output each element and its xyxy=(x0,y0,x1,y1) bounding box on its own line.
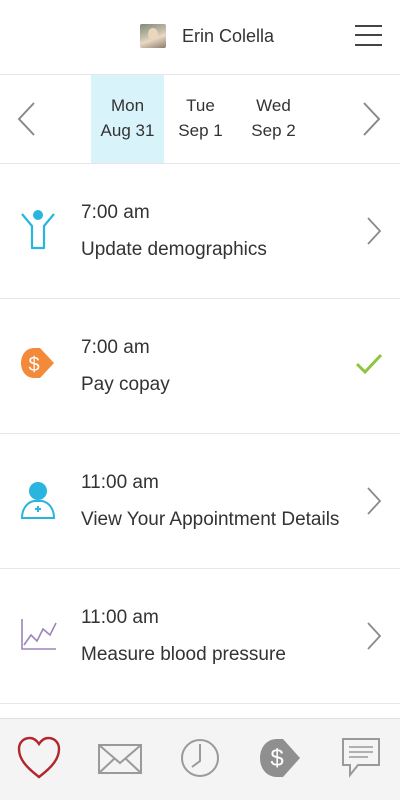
bottom-tab-bar: $ xyxy=(0,718,400,800)
chat-icon[interactable] xyxy=(338,735,384,781)
task-title: Measure blood pressure xyxy=(81,644,286,665)
task-time: 7:00 am xyxy=(81,337,150,358)
task-measure-blood-pressure[interactable]: 11:00 am Measure blood pressure xyxy=(0,569,400,704)
day-name: Tue xyxy=(186,96,215,115)
day-mon-aug-31[interactable]: Mon Aug 31 xyxy=(91,75,164,163)
heart-icon[interactable] xyxy=(16,735,62,781)
chevron-right-icon xyxy=(367,487,382,515)
day-name: Wed xyxy=(256,96,291,115)
day-date: Sep 1 xyxy=(178,121,223,140)
svg-text:$: $ xyxy=(28,354,39,376)
task-time: 7:00 am xyxy=(81,202,150,223)
mail-icon[interactable] xyxy=(97,735,143,781)
task-title: View Your Appointment Details xyxy=(81,509,340,530)
doctor-icon xyxy=(20,482,56,519)
chevron-left-icon[interactable] xyxy=(14,97,38,141)
chevron-right-icon xyxy=(367,217,382,245)
task-update-demographics[interactable]: 7:00 am Update demographics xyxy=(0,164,400,299)
avatar[interactable] xyxy=(140,24,166,48)
task-title: Pay copay xyxy=(81,374,170,395)
app-header: Erin Colella xyxy=(0,0,400,75)
day-date: Sep 2 xyxy=(251,121,296,140)
dollar-tag-icon: $ xyxy=(21,348,54,378)
day-wed-sep-2[interactable]: Wed Sep 2 xyxy=(237,75,310,163)
task-pay-copay[interactable]: $ 7:00 am Pay copay xyxy=(0,299,400,434)
clock-icon[interactable] xyxy=(177,735,223,781)
date-navigator: Mon Aug 31 Tue Sep 1 Wed Sep 2 xyxy=(0,75,400,164)
dollar-tag-icon[interactable]: $ xyxy=(257,735,303,781)
person-icon xyxy=(21,210,55,250)
day-tue-sep-1[interactable]: Tue Sep 1 xyxy=(164,75,237,163)
task-view-appointment-details[interactable]: 11:00 am View Your Appointment Details xyxy=(0,434,400,569)
day-date: Aug 31 xyxy=(100,121,155,140)
chevron-right-icon xyxy=(367,622,382,650)
task-time: 11:00 am xyxy=(81,472,159,493)
hamburger-menu-icon[interactable] xyxy=(355,24,382,47)
user-name: Erin Colella xyxy=(182,26,275,46)
chart-line-icon xyxy=(21,619,57,650)
svg-text:$: $ xyxy=(270,745,283,772)
day-name: Mon xyxy=(110,96,145,115)
checkmark-icon xyxy=(355,353,383,375)
task-title: Update demographics xyxy=(81,239,267,260)
chevron-right-icon[interactable] xyxy=(360,97,384,141)
task-time: 11:00 am xyxy=(81,607,159,628)
